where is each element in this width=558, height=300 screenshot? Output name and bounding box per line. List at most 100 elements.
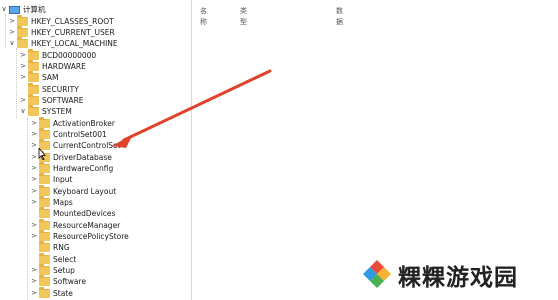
tree-item-label: HKEY_LOCAL_MACHINE [31,39,118,48]
folder-icon [28,94,39,105]
registry-tree-pane[interactable]: ∨ 计算机 > HKEY_CLASSES_ROOT > HKEY_CURRENT… [0,0,191,300]
tree-item-label: CurrentControlSet [53,141,121,150]
column-header-name[interactable]: 名称 [200,6,207,28]
folder-icon [17,26,28,37]
folder-icon [28,105,39,116]
chevron-right-icon[interactable]: > [19,50,27,61]
folder-icon [39,253,50,264]
tree-guide-line [27,117,28,300]
tree-item-label: SAM [42,73,59,82]
tree-item-rng[interactable]: RNG [30,241,70,253]
tree-item-hkey-current-user[interactable]: > HKEY_CURRENT_USER [8,26,115,38]
chevron-right-icon[interactable]: > [19,61,27,72]
tree-item-label: SYSTEM [42,107,72,116]
tree-item-label: ResourcePolicyStore [53,232,129,241]
chevron-right-icon[interactable]: > [8,16,16,27]
chevron-placeholder [30,208,38,219]
chevron-right-icon[interactable]: > [30,231,38,242]
tree-item-label: Maps [53,198,73,207]
tree-item-label: HARDWARE [42,62,86,71]
tree-item-resourcepolicystore[interactable]: > ResourcePolicyStore [30,230,129,242]
folder-icon [17,37,28,48]
tree-item-label: Software [53,277,87,286]
folder-icon [39,264,50,275]
chevron-right-icon[interactable]: > [8,27,16,38]
column-header-type[interactable]: 类型 [240,6,247,28]
folder-icon [39,196,50,207]
tree-item-label: State [53,289,73,298]
folder-icon [39,287,50,298]
folder-icon [39,162,50,173]
tree-item-label: ActivationBroker [53,119,115,128]
tree-item-mounteddevices[interactable]: MountedDevices [30,207,116,219]
tree-guide-line [16,48,17,118]
chevron-right-icon[interactable]: > [30,265,38,276]
tree-item-label: ResourceManager [53,221,121,230]
tree-item-maps[interactable]: > Maps [30,196,73,208]
tree-item-label: RNG [53,243,70,252]
chevron-right-icon[interactable]: > [30,276,38,287]
folder-icon [39,207,50,218]
folder-icon [28,83,39,94]
folder-icon [39,128,50,139]
chevron-right-icon[interactable]: > [30,129,38,140]
tree-item-label: MountedDevices [53,209,116,218]
tree-item-label: ControlSet001 [53,130,107,139]
chevron-right-icon[interactable]: > [19,95,27,106]
mouse-cursor-icon [38,148,46,160]
chevron-placeholder [30,242,38,253]
folder-icon [28,60,39,71]
watermark: 粿粿游戏园 [360,255,518,295]
folder-icon [17,15,28,26]
watermark-text: 粿粿游戏园 [398,265,518,291]
tree-item-input[interactable]: > Input [30,173,73,185]
folder-icon [39,241,50,252]
tree-item-label: Setup [53,266,75,275]
chevron-right-icon[interactable]: > [30,288,38,299]
tree-item-label: BCD00000000 [42,51,97,60]
folder-icon [39,230,50,241]
chevron-right-icon[interactable]: > [30,152,38,163]
tree-item-state[interactable]: > State [30,287,73,299]
tree-item-select[interactable]: Select [30,253,77,265]
folder-icon [39,219,50,230]
folder-icon [39,117,50,128]
computer-icon [9,5,20,14]
tree-item-computer[interactable]: ∨ 计算机 [0,4,45,15]
chevron-right-icon[interactable]: > [30,163,38,174]
tree-guide-line [5,14,6,48]
tree-item-label: SECURITY [42,85,79,94]
chevron-right-icon[interactable]: > [30,220,38,231]
tree-item-software-sub[interactable]: > Software [30,275,87,287]
tree-item-label: HardwareConfig [53,164,114,173]
chevron-down-icon[interactable]: ∨ [0,4,8,15]
tree-item-system[interactable]: ∨ SYSTEM [19,105,72,117]
chevron-placeholder [30,254,38,265]
folder-icon [39,173,50,184]
chevron-down-icon[interactable]: ∨ [8,38,16,49]
tree-item-label: Keyboard Layout [53,187,117,196]
chevron-right-icon[interactable]: > [30,197,38,208]
chevron-right-icon[interactable]: > [30,174,38,185]
folder-icon [39,185,50,196]
tree-item-label: HKEY_CLASSES_ROOT [31,17,114,26]
tree-item-label: HKEY_CURRENT_USER [31,28,115,37]
tree-item-setup[interactable]: > Setup [30,264,75,276]
tree-item-label: Input [53,175,73,184]
tree-item-label: Select [53,255,77,264]
chevron-down-icon[interactable]: ∨ [19,106,27,117]
chevron-right-icon[interactable]: > [30,140,38,151]
tree-item-label: SOFTWARE [42,96,84,105]
tree-item-hkey-classes-root[interactable]: > HKEY_CLASSES_ROOT [8,15,114,27]
watermark-logo-icon [363,260,391,288]
folder-icon [28,71,39,82]
tree-item-hkey-local-machine[interactable]: ∨ HKEY_LOCAL_MACHINE [8,37,118,49]
chevron-right-icon[interactable]: > [19,72,27,83]
tree-item-sam[interactable]: > SAM [19,71,59,83]
folder-icon [39,275,50,286]
chevron-placeholder [19,84,27,95]
column-header-data[interactable]: 数据 [336,6,343,28]
chevron-right-icon[interactable]: > [30,186,38,197]
tree-item-label: DriverDatabase [53,153,112,162]
chevron-right-icon[interactable]: > [30,118,38,129]
